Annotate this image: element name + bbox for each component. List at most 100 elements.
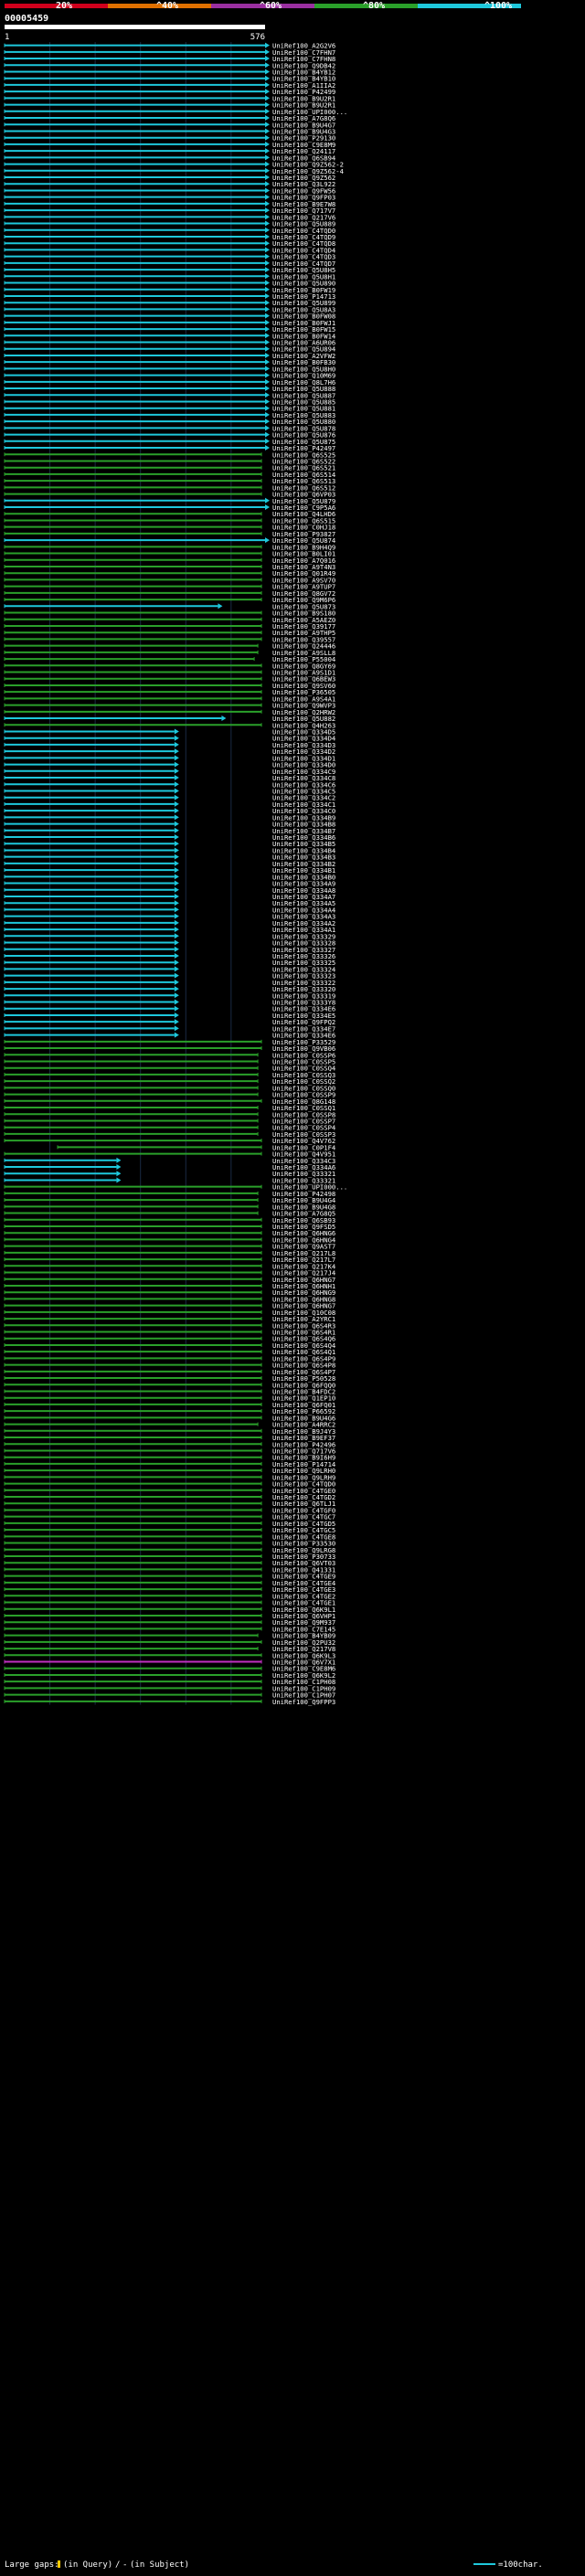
hit-arrow-icon [174,808,179,814]
hit-arrow-icon [174,939,179,946]
hit-arrow-icon [265,95,270,101]
hit-arrow-icon [265,425,270,431]
hit-arrow-icon [265,194,270,200]
hit-arrow-icon [174,946,179,952]
hit-arrow-icon [218,603,223,610]
hit-arrow-icon [265,273,270,280]
scale-bar [473,2563,495,2565]
gaps-label: Large gaps: [5,2560,59,2570]
hit-arrow-icon [265,411,270,418]
hit-arrow-icon [265,122,270,128]
hit-arrow-icon [116,1164,122,1171]
hit-arrow-icon [265,247,270,253]
hit-arrow-icon [265,148,270,154]
hit-arrow-icon [265,419,270,425]
query-end-label: 576 [250,33,265,42]
hit-arrow-icon [265,69,270,75]
hit-arrow-icon [265,134,270,141]
legend-label-100: ^100% [484,1,512,11]
hit-arrow-icon [174,900,179,906]
hit-label[interactable]: UniRef100_Q9FPP3 [272,1698,335,1706]
gap-query-marker [58,2560,60,2568]
hit-arrow-icon [174,853,179,860]
hit-arrow-icon [116,1157,122,1163]
hit-arrow-icon [265,101,270,108]
legend-label-60: ^60% [260,1,282,11]
hit-arrow-icon [265,386,270,392]
hit-arrow-icon [265,167,270,174]
hit-arrow-icon [174,788,179,794]
hit-arrow-icon [174,814,179,821]
hit-arrow-icon [174,906,179,913]
hit-arrow-icon [174,827,179,833]
hit-arrow-icon [174,775,179,781]
hit-arrow-icon [174,999,179,1005]
hit-arrow-icon [265,333,270,339]
hit-arrow-icon [265,175,270,181]
hit-arrow-icon [174,959,179,966]
gap-separator: / [115,2560,120,2570]
hit-arrow-icon [174,755,179,761]
hit-arrow-icon [174,741,179,747]
hit-arrow-icon [174,834,179,841]
query-start-label: 1 [5,33,9,42]
hit-arrow-icon [265,280,270,286]
hit-arrow-icon [174,847,179,853]
hit-arrow-icon [174,972,179,979]
hit-arrow-icon [174,768,179,774]
hit-arrow-icon [265,359,270,366]
hit-arrow-icon [174,867,179,874]
hit-arrow-icon [265,372,270,378]
hit-arrow-icon [265,75,270,81]
hit-arrow-icon [265,537,270,544]
grid-lines [49,42,232,1705]
hit-arrow-icon [174,933,179,939]
hit-arrow-icon [265,48,270,55]
hit-arrow-icon [265,326,270,333]
hit-arrow-icon [174,880,179,886]
hit-arrow-icon [265,504,270,511]
legend-label-20: 20% [56,1,72,11]
hit-arrow-icon [265,398,270,405]
hit-arrow-icon [265,240,270,247]
hit-arrow-icon [265,141,270,147]
hit-arrow-icon [265,319,270,325]
hit-arrow-icon [116,1177,122,1183]
hit-arrow-icon [265,366,270,372]
hit-arrow-icon [174,927,179,933]
hit-arrow-icon [265,286,270,292]
hit-arrow-icon [174,979,179,985]
hit-arrow-icon [265,405,270,411]
hit-arrow-icon [174,728,179,735]
legend-label-80: ^80% [363,1,385,11]
hit-arrow-icon [265,497,270,504]
hit-arrow-icon [265,438,270,444]
hit-arrow-icon [174,893,179,899]
hit-arrow-icon [174,886,179,893]
query-bar [5,25,265,29]
hit-arrow-icon [174,748,179,755]
hit-arrow-icon [265,445,270,451]
hit-arrow-icon [265,214,270,220]
hit-arrow-icon [221,716,227,722]
hit-arrow-icon [174,1005,179,1012]
hit-arrow-icon [174,1019,179,1025]
legend-label-40: ^40% [156,1,178,11]
hit-arrow-icon [265,181,270,187]
hit-arrow-icon [265,154,270,161]
hit-arrow-icon [174,821,179,827]
hit-arrow-icon [265,161,270,167]
hit-arrow-icon [174,761,179,768]
hit-arrow-icon [265,89,270,95]
gap-subject-label: (in Subject) [130,2560,189,2570]
hit-row[interactable]: UniRef100_Q9FPP3 [4,1698,335,1706]
hit-arrow-icon [174,952,179,959]
hit-arrow-icon [174,860,179,866]
hit-arrow-icon [265,227,270,233]
hit-arrow-icon [265,128,270,134]
hit-arrow-icon [265,56,270,62]
hit-arrow-icon [265,392,270,398]
hit-arrow-icon [116,1171,122,1177]
identity-legend: 20% ^40% ^60% ^80% ^100% [5,1,521,11]
query-id: 00005459 [5,14,48,24]
